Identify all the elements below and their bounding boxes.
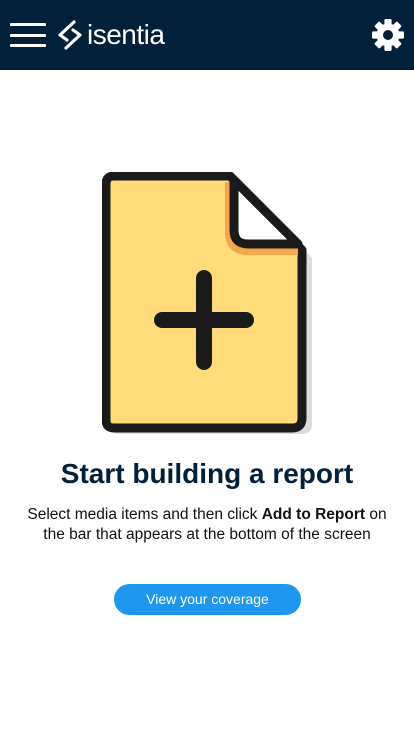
empty-state-title: Start building a report <box>60 458 354 489</box>
top-navigation-bar: isentia <box>0 0 414 70</box>
gear-icon[interactable] <box>371 18 405 52</box>
view-coverage-button[interactable]: View your coverage <box>114 584 301 615</box>
report-builder-screen: isentia Start building a report Select m… <box>0 0 414 736</box>
isentia-logo: isentia <box>56 18 165 52</box>
empty-state-description: Select media items and then click Add to… <box>20 505 394 544</box>
logo-text: isentia <box>87 19 165 50</box>
document-add-icon <box>101 171 314 436</box>
isentia-logo-mark-icon <box>58 20 82 50</box>
hamburger-menu-icon[interactable] <box>10 23 46 47</box>
description-add-to-report: Add to Report <box>261 506 366 523</box>
description-text-before: Select media items and then click <box>27 506 262 523</box>
